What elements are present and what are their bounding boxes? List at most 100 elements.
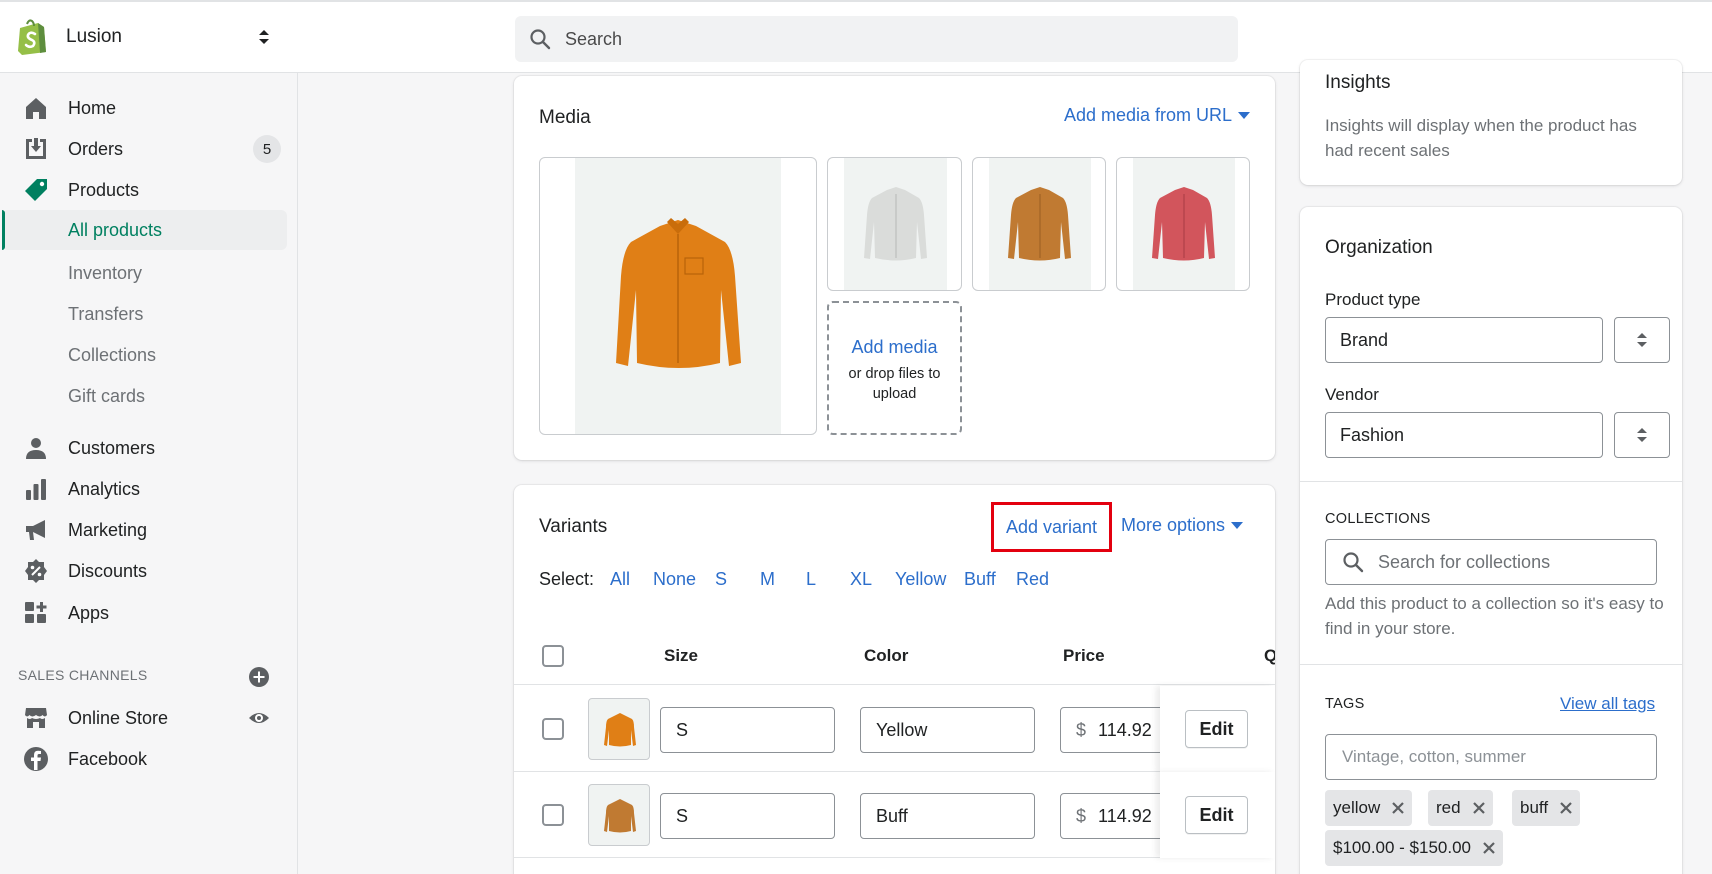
size-field[interactable]: S <box>660 707 835 753</box>
apps-icon <box>25 602 47 623</box>
megaphone-icon <box>26 520 45 540</box>
select-none-link[interactable]: None <box>653 569 696 590</box>
add-media-link[interactable]: Add media <box>829 337 960 358</box>
sidebar-item-label: Customers <box>68 437 156 458</box>
insights-card: Insights Insights will display when the … <box>1300 60 1682 185</box>
collections-title: COLLECTIONS <box>1325 511 1431 527</box>
shirt-image <box>864 187 927 261</box>
select-buff-link[interactable]: Buff <box>964 569 996 590</box>
sidebar-item-all-products[interactable]: All products <box>2 210 287 250</box>
variant-thumbnail[interactable] <box>588 698 650 760</box>
search-placeholder: Search <box>565 28 623 49</box>
shirt-image <box>604 713 636 747</box>
sidebar-item-inventory[interactable]: Inventory <box>0 253 298 293</box>
add-media-from-url-button[interactable]: Add media from URL <box>1064 105 1251 126</box>
select-red-link[interactable]: Red <box>1016 569 1049 590</box>
store-switcher[interactable]: Lusion <box>16 18 122 56</box>
variant-thumbnail[interactable] <box>588 784 650 846</box>
size-field[interactable]: S <box>660 793 835 839</box>
shirt-image <box>1152 187 1215 261</box>
column-header-size[interactable]: Size <box>664 646 698 666</box>
color-field[interactable]: Yellow <box>860 707 1035 753</box>
view-all-tags-link[interactable]: View all tags <box>1560 694 1655 714</box>
sidebar-item-marketing[interactable]: Marketing <box>0 510 298 550</box>
sidebar-item-products[interactable]: Products <box>0 170 298 210</box>
media-thumbnail-tan[interactable] <box>972 157 1106 291</box>
sidebar-item-label: Products <box>68 179 140 200</box>
edit-variant-button[interactable]: Edit <box>1185 710 1248 748</box>
row-checkbox[interactable] <box>542 804 564 826</box>
search-input[interactable]: Search <box>515 16 1238 62</box>
select-s-link[interactable]: S <box>715 569 727 590</box>
media-thumbnail-red[interactable] <box>1116 157 1250 291</box>
vendor-label: Vendor <box>1325 385 1379 404</box>
add-variant-button[interactable]: Add variant <box>991 502 1112 552</box>
more-options-button[interactable]: More options <box>1121 515 1244 536</box>
add-media-from-url-label: Add media from URL <box>1064 105 1233 125</box>
media-dropzone[interactable]: Add media or drop files to upload <box>827 301 962 435</box>
select-xl-link[interactable]: XL <box>850 569 872 590</box>
sidebar-item-transfers[interactable]: Transfers <box>0 294 298 334</box>
sidebar-item-collections[interactable]: Collections <box>0 335 298 375</box>
media-title: Media <box>539 107 591 128</box>
select-all-checkbox[interactable] <box>542 645 564 667</box>
tags-input[interactable]: Vintage, cotton, summer <box>1325 734 1657 780</box>
tag-chip: buff <box>1512 790 1581 826</box>
vendor-dropdown-button[interactable] <box>1614 412 1670 458</box>
tag-label: buff <box>1520 798 1549 817</box>
product-type-dropdown-button[interactable] <box>1614 317 1670 363</box>
vendor-input[interactable]: Fashion <box>1325 412 1603 458</box>
sidebar-item-customers[interactable]: Customers <box>0 428 298 468</box>
product-type-label: Product type <box>1325 290 1421 309</box>
select-all-link[interactable]: All <box>610 569 630 590</box>
sidebar-item-facebook[interactable]: Facebook <box>0 739 298 779</box>
caret-down-icon <box>1231 522 1244 529</box>
select-l-link[interactable]: L <box>806 569 816 590</box>
color-field[interactable]: Buff <box>860 793 1035 839</box>
row-checkbox[interactable] <box>542 718 564 740</box>
organization-card: Organization Product type Brand Vendor F… <box>1300 207 1682 874</box>
collections-hint: Add this product to a collection so it's… <box>1325 594 1664 638</box>
chevron-updown-icon <box>1637 333 1647 347</box>
home-icon <box>26 98 46 119</box>
tag-chip: $100.00 - $150.00 <box>1325 830 1504 866</box>
sidebar-item-gift-cards[interactable]: Gift cards <box>0 376 298 416</box>
add-sales-channel-icon[interactable] <box>248 666 270 688</box>
column-header-quantity[interactable]: Q <box>1264 646 1275 666</box>
sidebar-item-label: Transfers <box>68 303 144 324</box>
caret-down-icon <box>1238 112 1251 119</box>
sidebar-item-analytics[interactable]: Analytics <box>0 469 298 509</box>
eye-icon[interactable] <box>248 707 270 729</box>
column-header-price[interactable]: Price <box>1063 646 1105 666</box>
media-main-image[interactable] <box>539 157 817 435</box>
more-options-label: More options <box>1121 515 1226 535</box>
size-value: S <box>676 719 689 740</box>
sidebar-item-apps[interactable]: Apps <box>0 593 298 633</box>
table-row: S Yellow $114.92 Edit <box>514 686 1275 772</box>
sidebar-item-discounts[interactable]: Discounts <box>0 551 298 591</box>
product-image-grey-shirt <box>844 158 947 290</box>
remove-tag-icon[interactable] <box>1481 840 1497 856</box>
product-type-input[interactable]: Brand <box>1325 317 1603 363</box>
discount-icon <box>25 559 47 583</box>
remove-tag-icon[interactable] <box>1558 800 1574 816</box>
select-yellow-link[interactable]: Yellow <box>895 569 946 590</box>
sidebar-item-orders[interactable]: Orders 5 <box>0 129 298 169</box>
color-value: Yellow <box>876 719 928 740</box>
search-icon <box>1343 552 1364 573</box>
remove-tag-icon[interactable] <box>1390 800 1406 816</box>
vendor-value: Fashion <box>1340 424 1405 445</box>
chevron-updown-icon <box>1637 428 1647 442</box>
store-name: Lusion <box>66 26 122 47</box>
select-m-link[interactable]: M <box>760 569 775 590</box>
collections-search-input[interactable]: Search for collections <box>1325 539 1657 585</box>
media-thumbnail-grey[interactable] <box>827 157 962 291</box>
remove-tag-icon[interactable] <box>1471 800 1487 816</box>
column-header-color[interactable]: Color <box>864 646 908 666</box>
sidebar-item-home[interactable]: Home <box>0 88 298 128</box>
color-value: Buff <box>876 805 908 826</box>
currency-symbol: $ <box>1076 805 1087 826</box>
chevron-updown-icon[interactable] <box>256 26 272 48</box>
edit-variant-button[interactable]: Edit <box>1185 796 1248 834</box>
sidebar-item-label: Analytics <box>68 478 141 499</box>
